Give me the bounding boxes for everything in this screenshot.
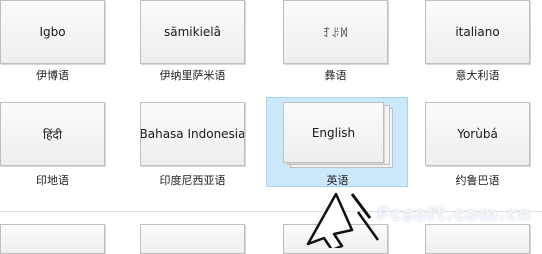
tile-caption: 约鲁巴语 bbox=[455, 174, 500, 187]
tile-label: italiano bbox=[455, 25, 500, 39]
tile-caption: 印地语 bbox=[36, 174, 69, 187]
tile-caption: 意大利语 bbox=[455, 69, 500, 82]
tile-label: Igbo bbox=[39, 25, 66, 39]
tile-label: हिंदी bbox=[43, 127, 62, 142]
tile-label: ꆈꌠꉙ bbox=[322, 26, 349, 40]
tile-caption: 英语 bbox=[326, 174, 349, 187]
tile-label: Yorùbá bbox=[457, 127, 498, 141]
language-tile-english[interactable]: English bbox=[283, 102, 384, 163]
tile-caption: 印度尼西亚语 bbox=[159, 174, 226, 187]
watermark: Pcsoft.com.cn bbox=[376, 204, 532, 225]
language-tile-italian[interactable]: italiano bbox=[425, 0, 530, 64]
tile-label: Bahasa Indonesia bbox=[140, 127, 245, 141]
language-tile-partial[interactable] bbox=[425, 224, 530, 254]
language-tile-yoruba[interactable]: Yorùbá bbox=[425, 102, 530, 166]
language-tile-yi[interactable]: ꆈꌠꉙ bbox=[283, 0, 388, 64]
language-tile-inari-sami[interactable]: sãmikielâ bbox=[140, 0, 245, 64]
tile-label: English bbox=[311, 125, 356, 140]
tile-caption: 彝语 bbox=[324, 69, 347, 82]
language-tile-partial[interactable] bbox=[0, 224, 105, 254]
tile-caption: 伊纳里萨米语 bbox=[159, 69, 226, 82]
language-tile-indonesian[interactable]: Bahasa Indonesia bbox=[140, 102, 245, 166]
tile-label: sãmikielâ bbox=[164, 25, 221, 39]
tile-caption: 伊博语 bbox=[36, 69, 69, 82]
language-tile-igbo[interactable]: Igbo bbox=[0, 0, 105, 64]
language-tile-hindi[interactable]: हिंदी bbox=[0, 102, 105, 166]
language-tile-partial[interactable] bbox=[140, 224, 245, 254]
